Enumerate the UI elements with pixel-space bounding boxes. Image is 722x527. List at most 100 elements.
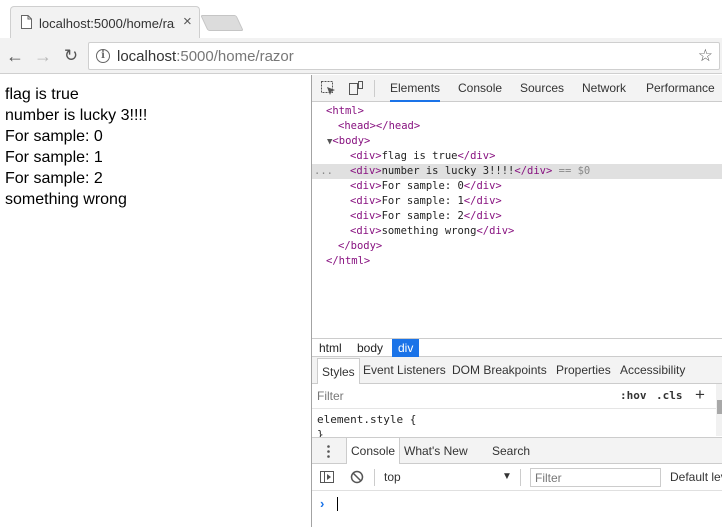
dom-text: number is lucky 3!!!!: [381, 165, 515, 177]
tag-div-close: </div>: [463, 180, 502, 192]
dom-text: flag is true: [381, 150, 458, 162]
console-filter-input[interactable]: Filter: [530, 468, 661, 487]
info-icon[interactable]: i: [96, 49, 110, 63]
new-tab-button[interactable]: [200, 15, 244, 31]
chevron-down-icon[interactable]: ▼: [502, 471, 512, 482]
url-text[interactable]: localhost:5000/home/razor: [117, 48, 294, 65]
toolbar-divider: [520, 469, 521, 486]
page-content: flag is true number is lucky 3!!!! For s…: [0, 75, 311, 527]
dom-text: For sample: 0: [381, 180, 464, 192]
tab-properties[interactable]: Properties: [552, 357, 615, 384]
more-tools-icon[interactable]: [327, 445, 330, 458]
tag-html: <html>: [326, 105, 364, 117]
breadcrumb: html body div: [312, 338, 722, 357]
tab-dom-breakpoints[interactable]: DOM Breakpoints: [448, 357, 551, 384]
class-toggle-button[interactable]: .cls: [656, 389, 683, 402]
bookmark-star-icon[interactable]: ☆: [698, 46, 713, 66]
dom-node-div[interactable]: <div>For sample: 2</div>: [312, 209, 722, 224]
url-host: localhost: [117, 48, 177, 65]
styles-scrollbar[interactable]: [716, 384, 722, 436]
dom-node-html[interactable]: <html>: [312, 104, 722, 119]
page-line: number is lucky 3!!!!: [5, 107, 148, 124]
elements-tree: <html> <head></head> ▼<body> <div>flag i…: [312, 102, 722, 338]
devtools-panel: Elements Console Sources Network Perform…: [311, 75, 722, 527]
dom-node-html-close[interactable]: </html>: [312, 254, 722, 269]
tab-console[interactable]: Console: [458, 75, 502, 102]
page-icon: [21, 15, 32, 29]
node-menu-icon[interactable]: ...: [314, 164, 333, 179]
clear-console-icon[interactable]: [350, 470, 364, 484]
drawer-tabbar: Console What's New Search: [312, 437, 722, 464]
dom-node-div[interactable]: <div>For sample: 0</div>: [312, 179, 722, 194]
drawer-tab-whats-new[interactable]: What's New: [404, 438, 468, 464]
tag-div-open: <div>: [350, 210, 382, 222]
selected-marker: == $0: [552, 165, 591, 177]
tag-div-open: <div>: [350, 195, 382, 207]
tag-div-close: </div>: [463, 210, 502, 222]
drawer-tab-console[interactable]: Console: [346, 438, 401, 464]
prompt-chevron-icon: ›: [320, 496, 325, 511]
forward-arrow-icon[interactable]: →: [32, 45, 54, 67]
url-path: :5000/home/razor: [176, 48, 294, 65]
console-prompt[interactable]: ›: [312, 491, 722, 527]
dom-node-head[interactable]: <head></head>: [312, 119, 722, 134]
reload-icon[interactable]: ↻: [60, 45, 82, 67]
page-line: For sample: 2: [5, 170, 103, 187]
tab-performance[interactable]: Performance: [646, 75, 715, 102]
styles-filter-row: Filter :hov .cls +: [312, 384, 717, 409]
tag-div-close: </div>: [514, 165, 553, 177]
scrollbar-thumb[interactable]: [717, 400, 722, 414]
log-levels-select[interactable]: Default levels: [670, 470, 722, 484]
tag-div-close: </div>: [457, 150, 496, 162]
back-arrow-icon[interactable]: ←: [4, 45, 26, 67]
tab-accessibility[interactable]: Accessibility: [616, 357, 689, 384]
tag-body-close: </body>: [338, 240, 383, 252]
tag-div-open: <div>: [350, 180, 382, 192]
dom-node-div-selected[interactable]: ... <div>number is lucky 3!!!!</div> == …: [312, 164, 722, 179]
tab-elements[interactable]: Elements: [390, 75, 441, 102]
toolbar-divider: [374, 80, 375, 97]
dom-node-body[interactable]: ▼<body>: [312, 134, 722, 149]
drawer-tab-search[interactable]: Search: [492, 438, 530, 464]
tag-html-close: </html>: [326, 255, 371, 267]
dom-text: For sample: 2: [381, 210, 464, 222]
console-sidebar-icon[interactable]: [320, 471, 334, 483]
console-toolbar: top ▼ Filter Default levels: [312, 464, 722, 491]
tab-event-listeners[interactable]: Event Listeners: [359, 357, 450, 384]
browser-tab[interactable]: localhost:5000/home/razor ×: [10, 6, 200, 38]
page-line: something wrong: [5, 191, 127, 208]
device-toolbar-icon[interactable]: [348, 80, 364, 96]
styles-filter-input[interactable]: Filter: [317, 389, 344, 403]
tag-div-open: <div>: [350, 225, 382, 237]
context-select[interactable]: top: [384, 470, 401, 484]
tab-network[interactable]: Network: [582, 75, 626, 102]
tag-body: <body>: [332, 135, 371, 147]
tag-div-close: </div>: [463, 195, 502, 207]
breadcrumb-html[interactable]: html: [313, 339, 348, 357]
tab-title: localhost:5000/home/razor: [39, 16, 175, 31]
hover-state-button[interactable]: :hov: [620, 389, 647, 402]
dom-node-body-close[interactable]: </body>: [312, 239, 722, 254]
tab-sources[interactable]: Sources: [520, 75, 564, 102]
page-line: For sample: 0: [5, 128, 103, 145]
expand-arrow-icon[interactable]: ▼: [312, 137, 332, 147]
dom-text: something wrong: [381, 225, 477, 237]
page-line: For sample: 1: [5, 149, 103, 166]
breadcrumb-div[interactable]: div: [392, 339, 420, 357]
new-style-rule-button[interactable]: +: [695, 385, 705, 405]
tab-close-icon[interactable]: ×: [183, 14, 192, 30]
page-line: flag is true: [5, 86, 79, 103]
dom-node-div[interactable]: <div>flag is true</div>: [312, 149, 722, 164]
tab-styles[interactable]: Styles: [317, 358, 360, 384]
tag-div-close: </div>: [476, 225, 515, 237]
tag-div-open: <div>: [350, 150, 382, 162]
dom-node-div[interactable]: <div>something wrong</div>: [312, 224, 722, 239]
devtools-tabbar: Elements Console Sources Network Perform…: [312, 75, 722, 102]
inspect-element-icon[interactable]: [320, 80, 336, 96]
breadcrumb-body[interactable]: body: [351, 339, 389, 357]
dom-node-div[interactable]: <div>For sample: 1</div>: [312, 194, 722, 209]
styles-tabbar: Styles Event Listeners DOM Breakpoints P…: [312, 357, 722, 384]
tab-strip: localhost:5000/home/razor ×: [0, 0, 722, 38]
toolbar-divider: [374, 469, 375, 486]
address-bar[interactable]: i localhost:5000/home/razor ☆: [88, 42, 720, 70]
